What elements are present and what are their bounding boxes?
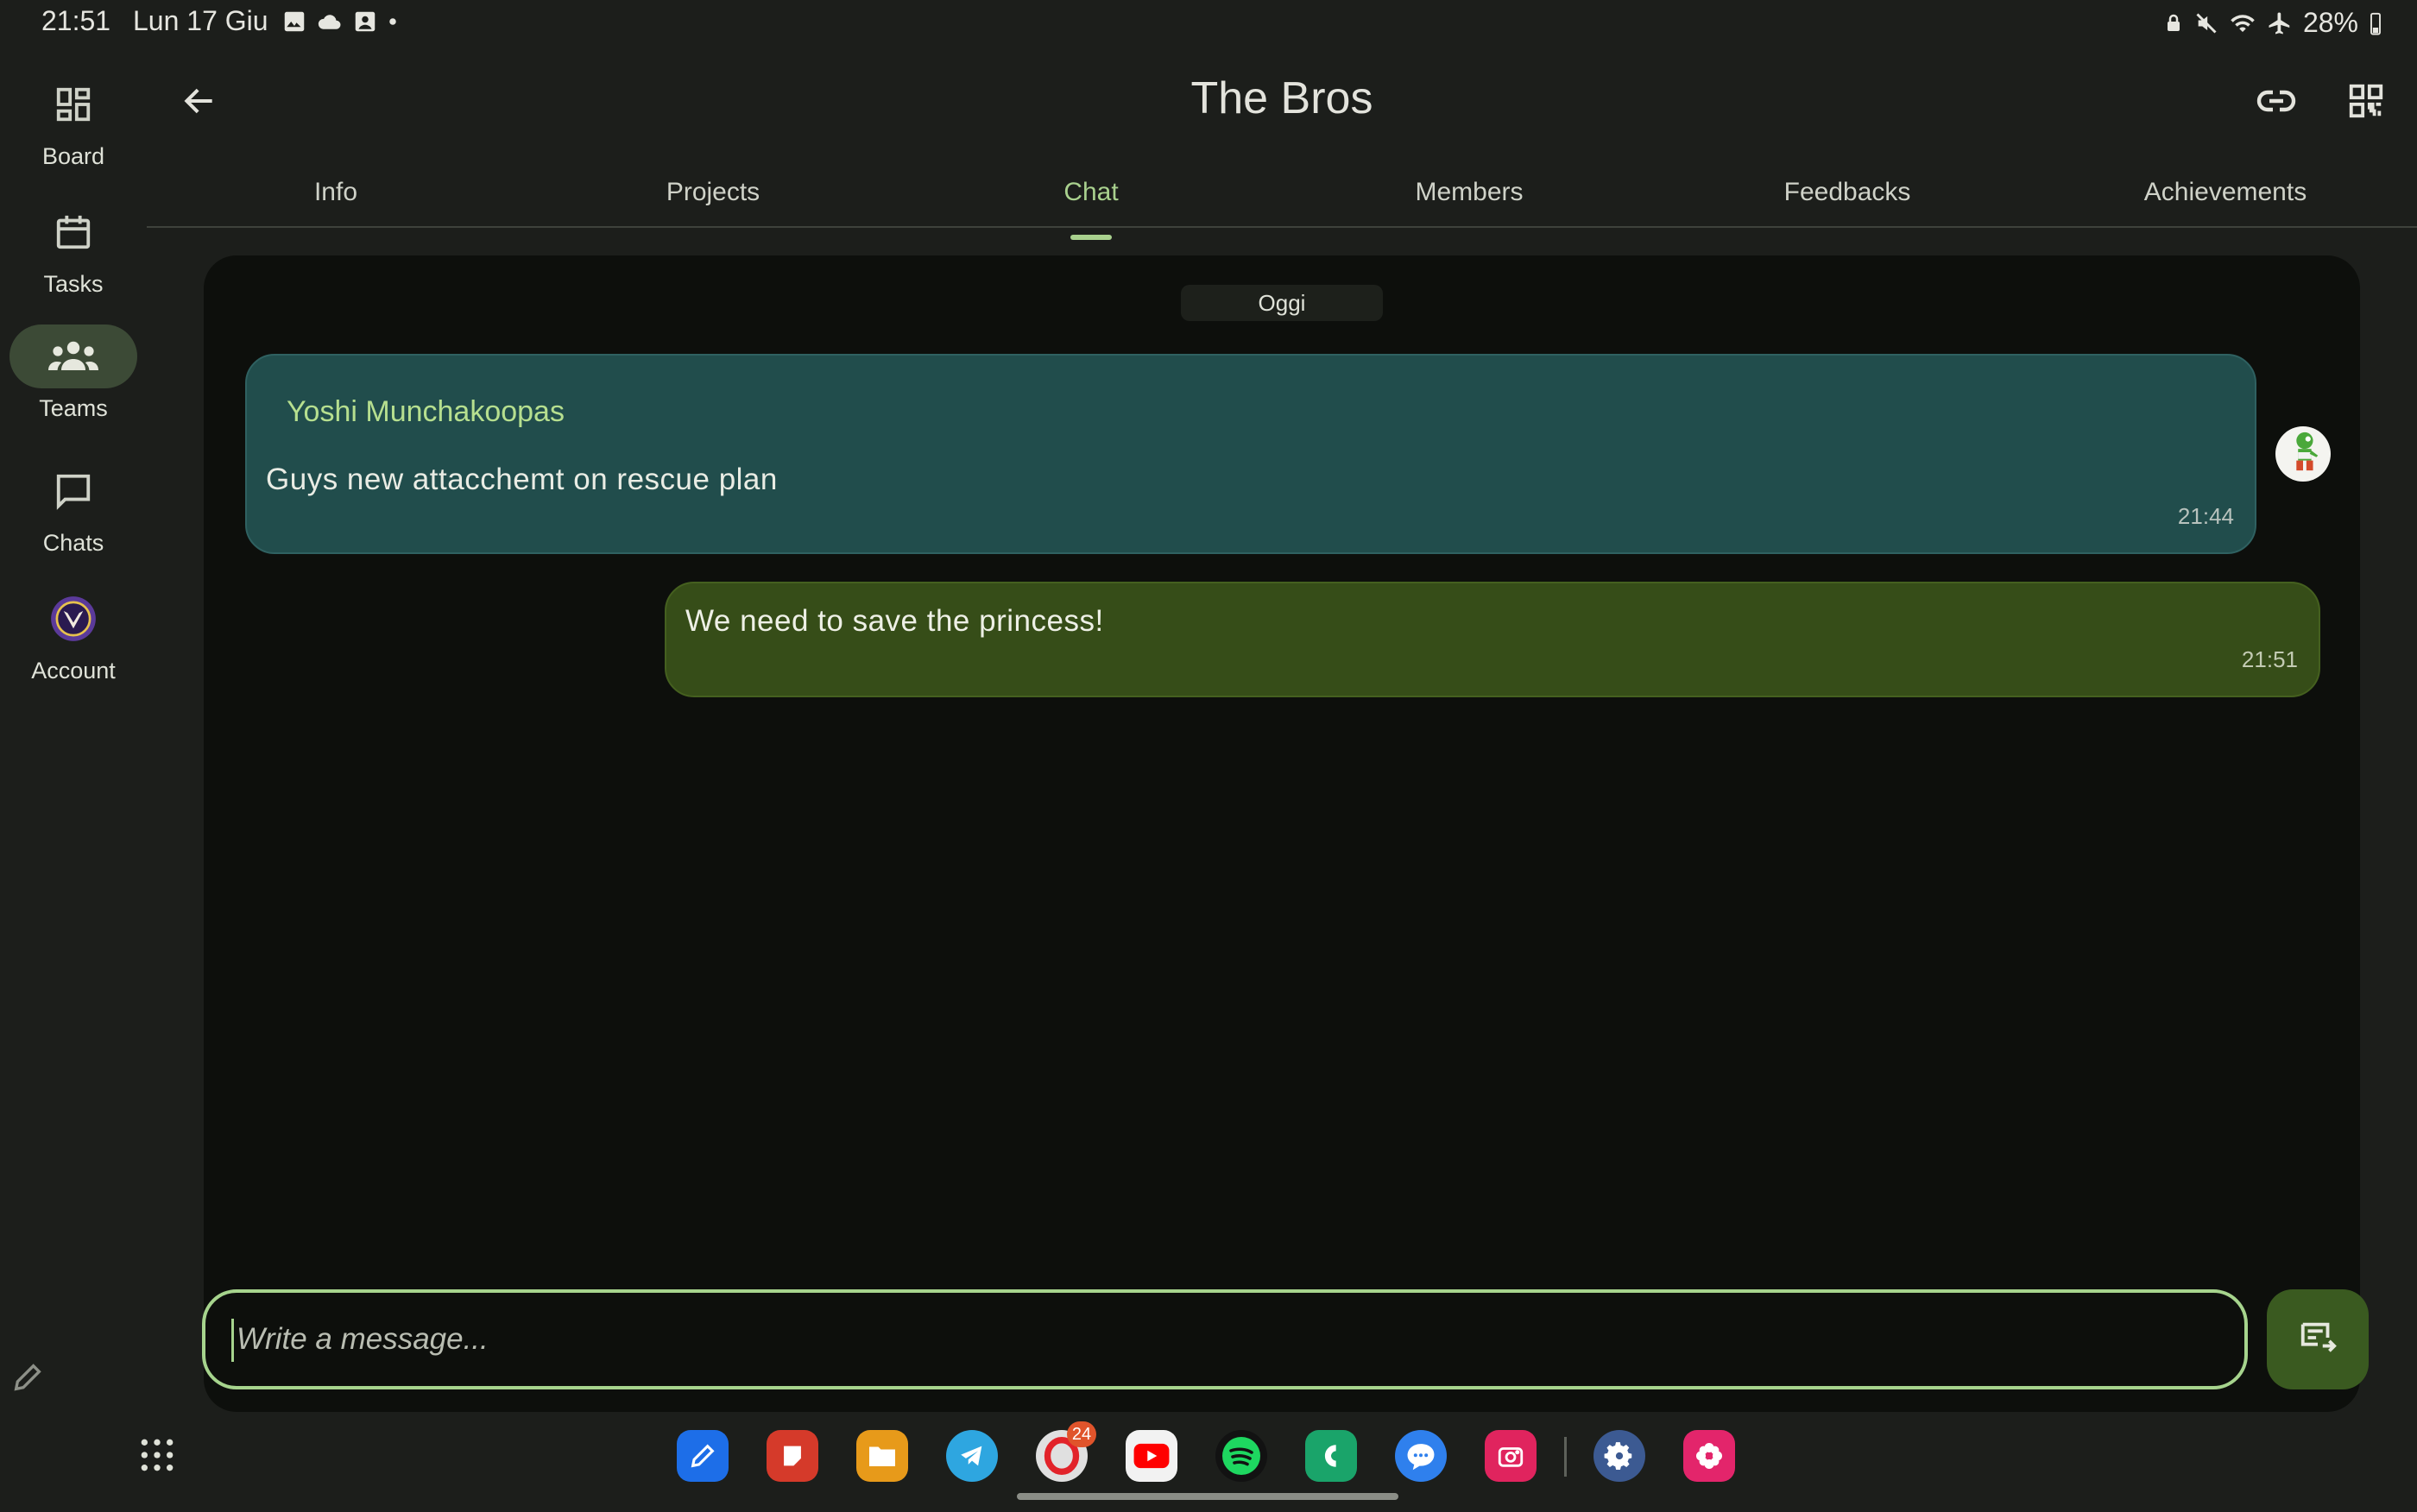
status-date: Lun 17 Giu: [133, 5, 268, 36]
yoshi-avatar-icon: [2284, 431, 2322, 478]
message-sender: Yoshi Munchakoopas: [287, 395, 565, 428]
wifi-icon: [2229, 10, 2256, 36]
tab-info[interactable]: Info: [206, 178, 465, 207]
battery-icon: [2369, 10, 2382, 36]
pencil-icon: [10, 1360, 45, 1399]
nav-label: Chats: [42, 530, 104, 556]
settings-app-icon[interactable]: [1593, 1430, 1645, 1482]
account-avatar: [9, 587, 137, 651]
tab-bar: Info Projects Chat Members Feedbacks Ach…: [147, 164, 2417, 240]
share-link-button[interactable]: [2250, 76, 2303, 129]
photo-icon: [352, 9, 378, 35]
nav-item-board[interactable]: Board: [0, 72, 147, 170]
teams-icon: [9, 324, 137, 388]
message-time: 21:44: [2177, 503, 2234, 529]
tab-members[interactable]: Members: [1340, 178, 1599, 207]
flower-app-icon[interactable]: [1683, 1430, 1735, 1482]
page-title: The Bros: [1190, 73, 1373, 123]
home-indicator[interactable]: [1017, 1493, 1398, 1500]
mute-icon: [2194, 10, 2218, 36]
notification-badge: 24: [1067, 1421, 1096, 1447]
youtube-app-icon[interactable]: [1126, 1430, 1177, 1482]
status-time: 21:51: [41, 5, 111, 36]
message-bubble-outgoing[interactable]: We need to save the princess! 21:51: [665, 582, 2320, 697]
message-text: Guys new attacchemt on rescue plan: [266, 463, 778, 496]
phone-app-icon[interactable]: [1305, 1430, 1357, 1482]
battery-percent: 28%: [2302, 7, 2358, 38]
chat-bubble-icon: [9, 459, 137, 523]
gallery-icon: [281, 9, 307, 35]
date-separator: Oggi: [1181, 285, 1383, 321]
message-time: 21:51: [2241, 646, 2298, 672]
nav-label: Board: [41, 143, 105, 169]
qr-code-icon: [2346, 81, 2386, 125]
lock-icon: [2163, 10, 2184, 36]
dock-separator: [1564, 1437, 1567, 1477]
tab-chat-label: Chat: [1063, 178, 1119, 206]
arrow-back-icon: [180, 82, 218, 124]
nav-label: Teams: [39, 395, 108, 421]
text-caret: [231, 1319, 234, 1362]
sender-avatar[interactable]: [2275, 426, 2331, 482]
board-icon: [9, 72, 137, 136]
telegram-app-icon[interactable]: [946, 1430, 998, 1482]
tab-chat[interactable]: Chat: [962, 178, 1221, 240]
qr-code-button[interactable]: [2339, 76, 2393, 129]
calendar-icon: [9, 200, 137, 264]
edit-button[interactable]: [0, 1351, 55, 1407]
opera-app-icon[interactable]: 24: [1036, 1421, 1096, 1482]
message-input[interactable]: [230, 1293, 2215, 1386]
nav-label: Tasks: [43, 271, 104, 297]
chat-panel[interactable]: Oggi Yoshi Munchakoopas Guys new attacch…: [204, 255, 2360, 1412]
status-bar: 21:51 Lun 17 Giu 28%: [0, 0, 2417, 47]
message-text: We need to save the princess!: [685, 604, 1104, 638]
link-icon: [2256, 80, 2297, 126]
tab-feedbacks[interactable]: Feedbacks: [1718, 178, 1977, 207]
spotify-app-icon[interactable]: [1215, 1430, 1267, 1482]
tab-achievements[interactable]: Achievements: [2096, 178, 2355, 207]
nav-item-account[interactable]: Account: [0, 587, 147, 684]
message-composer: [202, 1289, 2248, 1389]
message-bubble-incoming[interactable]: Yoshi Munchakoopas Guys new attacchemt o…: [245, 354, 2256, 554]
back-button[interactable]: [173, 76, 226, 129]
tab-projects[interactable]: Projects: [584, 178, 842, 207]
app-dock: 24: [0, 1421, 2417, 1482]
nav-item-tasks[interactable]: Tasks: [0, 200, 147, 298]
dot-icon: [387, 9, 399, 35]
tab-active-indicator: [1070, 235, 1112, 240]
send-message-icon: [2298, 1318, 2338, 1362]
notes-app-icon[interactable]: [767, 1430, 818, 1482]
messages-app-icon[interactable]: [1395, 1430, 1447, 1482]
screen-recorder-app-icon[interactable]: [1485, 1430, 1537, 1482]
pen-app-icon[interactable]: [677, 1430, 729, 1482]
send-button[interactable]: [2267, 1289, 2369, 1389]
nav-item-chats[interactable]: Chats: [0, 459, 147, 557]
airplane-icon: [2267, 10, 2293, 36]
nav-label: Account: [31, 658, 116, 684]
files-app-icon[interactable]: [856, 1430, 908, 1482]
nav-item-teams[interactable]: Teams: [0, 324, 147, 422]
navigation-rail: Board Tasks Teams Chats Account: [0, 47, 147, 1427]
cloud-icon: [316, 9, 344, 35]
